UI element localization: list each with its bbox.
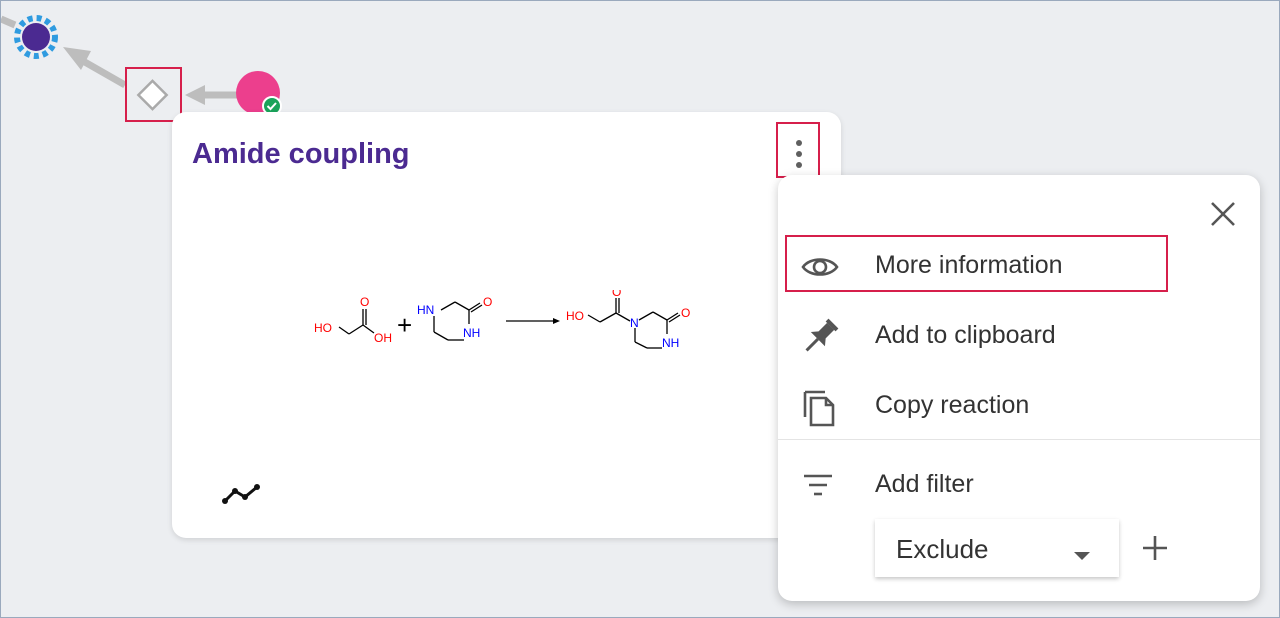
menu-item-label: Add filter	[875, 470, 974, 498]
reaction-scheme: HO O OH + HN O NH HO O N O NH	[314, 290, 690, 350]
menu-item-copy-reaction[interactable]: Copy reaction	[778, 375, 1260, 435]
menu-item-add-to-clipboard[interactable]: Add to clipboard	[778, 305, 1260, 365]
copy-icon	[803, 390, 835, 427]
filter-mode-select[interactable]: Exclude	[875, 519, 1119, 577]
atom-label: O	[681, 306, 690, 320]
menu-item-add-filter[interactable]: Add filter	[778, 454, 1260, 514]
reaction-arrow-icon	[506, 318, 560, 324]
more-options-button[interactable]	[776, 122, 820, 178]
atom-label: OH	[374, 331, 392, 345]
menu-divider	[778, 439, 1260, 440]
kebab-dot	[796, 162, 802, 168]
reaction-title: Amide coupling	[192, 138, 410, 170]
atom-label: O	[360, 295, 369, 309]
atom-label: NH	[463, 326, 480, 340]
atom-label: NH	[662, 336, 679, 350]
menu-item-label: More information	[875, 251, 1063, 279]
atom-label: HO	[314, 321, 332, 335]
edge-line	[1, 15, 17, 29]
options-menu: More information Add to clipboard Copy r…	[778, 175, 1260, 601]
chevron-down-icon	[1074, 552, 1090, 560]
kebab-dot	[796, 151, 802, 157]
reaction-node[interactable]	[125, 67, 182, 122]
atom-label: O	[483, 295, 492, 309]
menu-item-more-information[interactable]: More information	[778, 235, 1260, 295]
arrow-to-reaction	[185, 85, 237, 105]
close-icon[interactable]	[1206, 197, 1240, 231]
plus-icon[interactable]	[1138, 531, 1172, 565]
atom-label: N	[630, 316, 639, 330]
pathway-icon[interactable]	[221, 481, 263, 507]
target-molecule-node[interactable]	[14, 15, 58, 59]
menu-item-label: Add to clipboard	[875, 321, 1056, 349]
plus-sign: +	[397, 310, 412, 340]
pin-icon	[805, 318, 839, 352]
reaction-card: Amide coupling HO O OH + HN O NH HO O N …	[172, 112, 841, 538]
reactant-glycolic-acid	[338, 309, 375, 335]
filter-mode-value: Exclude	[896, 534, 989, 564]
arrow-to-target	[63, 47, 127, 89]
atom-label: O	[612, 290, 621, 299]
route-canvas: Amide coupling HO O OH + HN O NH HO O N …	[0, 0, 1280, 618]
menu-item-label: Copy reaction	[875, 391, 1030, 419]
atom-label: HN	[417, 303, 434, 317]
eye-icon	[801, 258, 839, 276]
atom-label: HO	[566, 309, 584, 323]
kebab-dot	[796, 140, 802, 146]
filter-icon	[804, 474, 832, 496]
